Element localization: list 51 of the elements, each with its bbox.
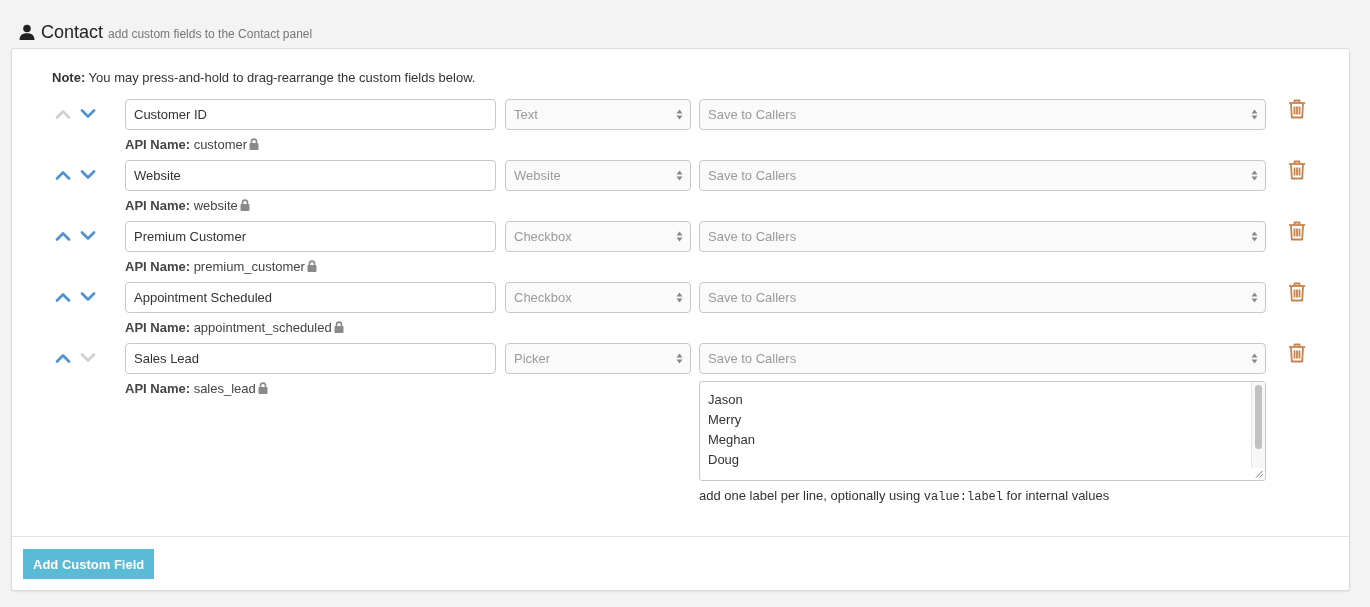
lock-icon bbox=[239, 199, 250, 211]
lock-icon bbox=[257, 382, 268, 394]
person-icon bbox=[19, 24, 35, 40]
trash-icon[interactable] bbox=[1288, 99, 1306, 119]
lock-icon bbox=[249, 138, 260, 150]
field-name-input[interactable]: Sales Lead bbox=[125, 343, 496, 374]
chevron-up-icon[interactable] bbox=[55, 170, 71, 180]
field-name-input[interactable]: Premium Customer bbox=[125, 221, 496, 252]
select-caret-icon bbox=[1251, 170, 1258, 181]
chevron-down-icon[interactable] bbox=[80, 170, 96, 180]
chevron-down-icon[interactable] bbox=[80, 109, 96, 119]
option-line: Doug bbox=[708, 451, 741, 469]
select-caret-icon bbox=[676, 292, 683, 303]
option-line: Merry bbox=[708, 411, 743, 429]
help-text: add one label per line, optionally using value:label for internal values bbox=[699, 487, 1111, 506]
chevron-up-icon[interactable] bbox=[55, 292, 71, 302]
select-caret-icon bbox=[1251, 292, 1258, 303]
select-caret-icon bbox=[676, 231, 683, 242]
lock-icon bbox=[333, 321, 344, 333]
select-caret-icon bbox=[1251, 231, 1258, 242]
chevron-up-icon[interactable] bbox=[55, 231, 71, 241]
chevron-up-icon[interactable] bbox=[55, 353, 71, 363]
api-name-text: API Name: premium_customer bbox=[125, 258, 305, 274]
section-title: Contact bbox=[41, 21, 104, 44]
trash-icon[interactable] bbox=[1288, 282, 1306, 302]
option-line: Meghan bbox=[708, 431, 756, 449]
add-custom-field-button[interactable]: Add Custom Field bbox=[23, 549, 155, 579]
field-name-input[interactable]: Website bbox=[125, 160, 496, 191]
api-name-text: API Name: sales_lead bbox=[125, 380, 256, 396]
api-name-text: API Name: appointment_scheduled bbox=[125, 319, 332, 335]
field-name-input[interactable]: Customer ID bbox=[125, 99, 496, 130]
trash-icon[interactable] bbox=[1288, 221, 1306, 241]
options-textarea[interactable]: Jason Merry Meghan Doug bbox=[699, 381, 1266, 481]
note-text: Note: You may press-and-hold to drag-rearrange the custom fields below. bbox=[52, 69, 477, 87]
api-name-text: API Name: website bbox=[125, 197, 238, 213]
chevron-down-icon[interactable] bbox=[80, 231, 96, 241]
scrollbar-thumb[interactable] bbox=[1255, 385, 1262, 449]
select-caret-icon bbox=[676, 109, 683, 120]
select-caret-icon bbox=[676, 353, 683, 364]
option-line: Jason bbox=[708, 391, 744, 409]
section-subtitle: add custom fields to the Contact panel bbox=[108, 26, 313, 41]
lock-icon bbox=[306, 260, 317, 272]
resize-grip-icon[interactable] bbox=[1255, 470, 1263, 478]
field-name-input[interactable]: Appointment Scheduled bbox=[125, 282, 496, 313]
trash-icon[interactable] bbox=[1288, 160, 1306, 180]
select-caret-icon bbox=[676, 170, 683, 181]
select-caret-icon bbox=[1251, 353, 1258, 364]
select-caret-icon bbox=[1251, 109, 1258, 120]
api-name-text: API Name: customer bbox=[125, 136, 248, 152]
trash-icon[interactable] bbox=[1288, 343, 1306, 363]
chevron-down-icon[interactable] bbox=[80, 292, 96, 302]
